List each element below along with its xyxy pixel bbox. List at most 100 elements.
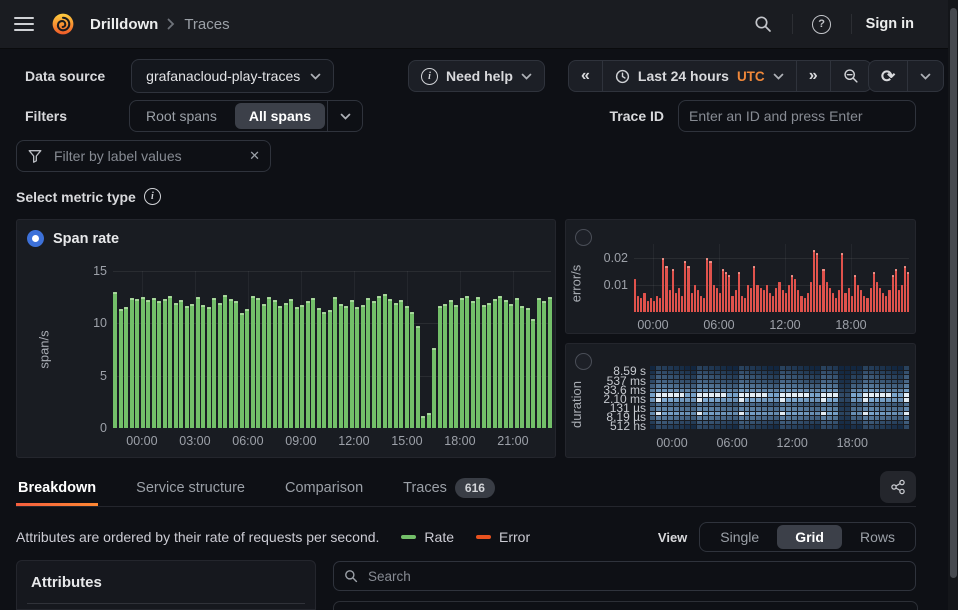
y-tick-label: 5 bbox=[21, 369, 107, 383]
x-tick-label: 18:00 bbox=[444, 434, 475, 448]
x-tick-label: 21:00 bbox=[497, 434, 528, 448]
help-icon[interactable]: ? bbox=[807, 9, 837, 39]
time-picker-group: « Last 24 hours UTC » bbox=[568, 60, 872, 92]
grafana-drilldown-traces-app: Drilldown Traces ? Sign in Data source g… bbox=[0, 0, 958, 610]
top-nav: Drilldown Traces ? Sign in bbox=[0, 0, 948, 49]
attributes-title: Attributes bbox=[31, 574, 102, 591]
label-filter-box: ✕ bbox=[16, 140, 271, 172]
search-icon bbox=[344, 569, 358, 583]
x-tick-label: 06:00 bbox=[716, 436, 747, 450]
metric-type-label: Select metric type bbox=[16, 189, 136, 205]
info-icon[interactable]: i bbox=[144, 188, 161, 205]
scrollbar-thumb[interactable] bbox=[950, 8, 957, 578]
grafana-logo[interactable] bbox=[50, 11, 76, 37]
y-axis-label: span/s bbox=[37, 330, 52, 368]
time-range-label: Last 24 hours bbox=[638, 68, 729, 84]
ordering-note: Attributes are ordered by their rate of … bbox=[16, 529, 379, 545]
menu-icon[interactable] bbox=[14, 17, 34, 31]
chevron-down-icon bbox=[773, 73, 784, 80]
refresh-button[interactable]: ⟳ bbox=[868, 60, 907, 92]
span-scope-toggle: Root spans All spans bbox=[129, 100, 363, 132]
breadcrumb-page[interactable]: Traces bbox=[184, 16, 229, 33]
tab-breakdown[interactable]: Breakdown bbox=[16, 470, 98, 506]
view-label: View bbox=[658, 530, 687, 545]
time-range-button[interactable]: Last 24 hours UTC bbox=[602, 60, 796, 92]
data-source-label: Data source bbox=[25, 68, 105, 84]
need-help-button[interactable]: i Need help bbox=[408, 60, 545, 92]
y-tick-label: 512 ns bbox=[578, 419, 646, 433]
y-tick-label: 10 bbox=[21, 316, 107, 330]
chevron-down-icon bbox=[521, 73, 532, 80]
breadcrumb: Drilldown Traces bbox=[90, 16, 230, 33]
divider bbox=[792, 14, 793, 34]
metric-type-row: Select metric type i bbox=[16, 188, 161, 205]
search-icon[interactable] bbox=[748, 9, 778, 39]
share-button[interactable] bbox=[880, 471, 916, 503]
search-input[interactable] bbox=[366, 568, 905, 585]
x-tick-label: 09:00 bbox=[285, 434, 316, 448]
error-rate-radio[interactable] bbox=[575, 229, 592, 246]
span-rate-radio[interactable] bbox=[27, 230, 44, 247]
refresh-interval-dropdown[interactable] bbox=[907, 60, 944, 92]
trace-id-input[interactable] bbox=[678, 100, 916, 132]
data-source-select[interactable]: grafanacloud-play-traces bbox=[131, 59, 334, 93]
clear-filter-icon[interactable]: ✕ bbox=[249, 148, 260, 164]
span-rate-panel: Span rate span/s 051015 00:0003:0006:000… bbox=[16, 219, 556, 458]
double-chevron-right-icon: » bbox=[809, 68, 818, 84]
view-option-grid[interactable]: Grid bbox=[777, 525, 842, 549]
clock-icon bbox=[615, 69, 630, 84]
tab-service-structure[interactable]: Service structure bbox=[134, 470, 247, 506]
tab-comparison[interactable]: Comparison bbox=[283, 470, 365, 506]
x-tick-label: 15:00 bbox=[391, 434, 422, 448]
error-rate-plot[interactable] bbox=[634, 244, 909, 312]
y-tick-label: 0.02 bbox=[572, 251, 628, 265]
x-tick-label: 03:00 bbox=[179, 434, 210, 448]
legend-error: Error bbox=[476, 529, 530, 545]
duration-heatmap-plot[interactable] bbox=[650, 366, 909, 429]
x-tick-label: 18:00 bbox=[835, 318, 866, 332]
label-filter-input[interactable] bbox=[52, 147, 240, 165]
error-rate-panel: error/s 0.010.02 00:0006:0012:0018:00 bbox=[565, 219, 916, 334]
funnel-icon bbox=[27, 148, 43, 164]
legend-rate: Rate bbox=[401, 529, 454, 545]
time-back-button[interactable]: « bbox=[568, 60, 602, 92]
time-forward-button[interactable]: » bbox=[796, 60, 830, 92]
toggle-all-spans[interactable]: All spans bbox=[235, 103, 325, 129]
span_rate-bars bbox=[113, 271, 551, 428]
span-rate-title: Span rate bbox=[53, 231, 119, 247]
breakdown-header-row: Attributes are ordered by their rate of … bbox=[16, 519, 916, 555]
attribute-search-box bbox=[333, 561, 916, 591]
view-toggle-group: View Single Grid Rows bbox=[658, 522, 916, 552]
x-tick-label: 06:00 bbox=[232, 434, 263, 448]
x-tick-label: 12:00 bbox=[777, 436, 808, 450]
breadcrumb-app[interactable]: Drilldown bbox=[90, 16, 158, 33]
chevron-down-icon bbox=[310, 73, 321, 80]
x-tick-label: 06:00 bbox=[703, 318, 734, 332]
tab-traces[interactable]: Traces 616 bbox=[401, 470, 497, 506]
divider bbox=[27, 603, 305, 604]
span-rate-plot[interactable] bbox=[113, 271, 551, 428]
chevron-right-icon bbox=[167, 18, 175, 30]
attribute-grid-panel bbox=[333, 601, 918, 610]
view-option-single[interactable]: Single bbox=[702, 525, 777, 549]
rate-legend-swatch bbox=[401, 535, 416, 539]
x-tick-label: 18:00 bbox=[837, 436, 868, 450]
zoom-out-icon bbox=[843, 68, 859, 84]
sign-in-button[interactable]: Sign in bbox=[866, 16, 914, 32]
x-tick-label: 12:00 bbox=[338, 434, 369, 448]
error-legend-swatch bbox=[476, 535, 491, 539]
refresh-group: ⟳ bbox=[868, 60, 944, 92]
chevron-down-icon bbox=[920, 73, 931, 80]
share-icon bbox=[890, 479, 906, 495]
question-glyph: ? bbox=[818, 18, 825, 30]
info-icon: i bbox=[421, 68, 438, 85]
double-chevron-left-icon: « bbox=[581, 68, 590, 84]
toggle-root-spans[interactable]: Root spans bbox=[130, 101, 233, 131]
view-option-rows[interactable]: Rows bbox=[842, 525, 913, 549]
tab-bar: Breakdown Service structure Comparison T… bbox=[16, 470, 916, 507]
trace-id-group: Trace ID bbox=[610, 100, 916, 132]
zoom-out-button[interactable] bbox=[830, 60, 872, 92]
x-tick-label: 12:00 bbox=[769, 318, 800, 332]
toggle-dropdown-button[interactable] bbox=[327, 101, 362, 131]
page-scrollbar bbox=[948, 0, 958, 610]
